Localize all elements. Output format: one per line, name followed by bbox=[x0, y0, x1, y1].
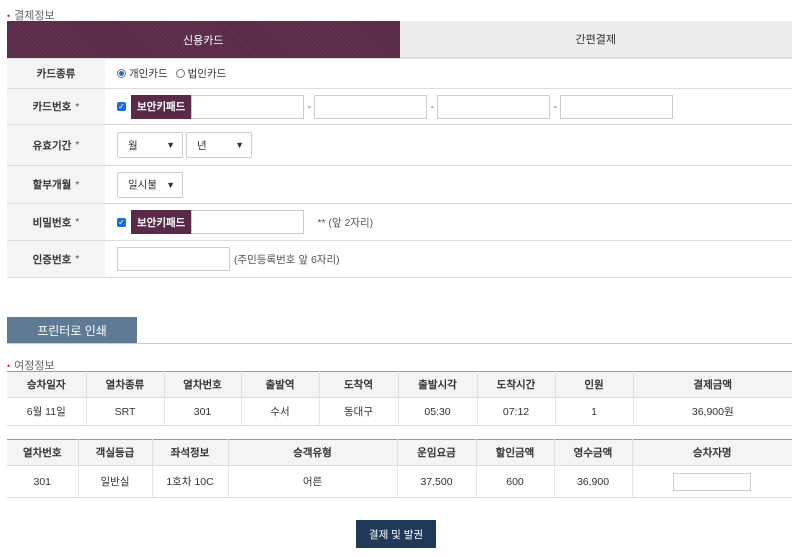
radio-personal-card[interactable]: 개인카드 bbox=[117, 66, 168, 81]
chevron-down-icon: ▼ bbox=[235, 140, 244, 150]
installment-row: 할부개월 * 일시불 ▼ bbox=[7, 166, 792, 204]
table-cell: 36,900 bbox=[554, 465, 633, 498]
table-row: 301 일반실 1호차 10C 어른 37,500 600 36,900 bbox=[7, 465, 792, 498]
payment-form: 카드종류 개인카드 법인카드 카드번호 * ✓ 보안키패드 - - - 유효기간 *… bbox=[7, 58, 792, 278]
card-number-input-3[interactable] bbox=[437, 94, 551, 119]
journey-col-header: 출발시각 bbox=[398, 371, 478, 398]
password-input[interactable] bbox=[191, 210, 305, 234]
secure-keypad-button[interactable]: 보안키패드 bbox=[131, 94, 192, 119]
journey-table: 승차일자 열차종류 열차번호 출발역 도착역 출발시각 도착시간 인원 결제금액… bbox=[7, 371, 792, 426]
table-cell: 6월 11일 bbox=[7, 397, 87, 426]
card-number-input-4[interactable] bbox=[560, 94, 674, 119]
card-number-input-2[interactable] bbox=[314, 94, 428, 119]
auth-number-hint: (주민등록번호 앞 6자리) bbox=[234, 253, 340, 266]
journey-col-header: 열차종류 bbox=[86, 371, 165, 398]
auth-number-input[interactable] bbox=[117, 247, 230, 271]
table-cell: 동대구 bbox=[319, 397, 399, 426]
separator: - bbox=[430, 100, 435, 113]
seat-col-header: 승객유형 bbox=[228, 439, 398, 466]
table-cell: 1 bbox=[555, 397, 634, 426]
table-cell: 수서 bbox=[241, 397, 320, 426]
expiry-month-select[interactable]: 월 ▼ bbox=[117, 132, 183, 158]
expiry-label: 유효기간 * bbox=[7, 125, 105, 165]
password-label: 비밀번호 * bbox=[7, 204, 105, 240]
pay-and-issue-button[interactable]: 결제 및 발권 bbox=[356, 520, 436, 548]
seat-col-header: 객실등급 bbox=[78, 439, 153, 466]
divider bbox=[7, 343, 792, 344]
separator: - bbox=[307, 100, 312, 113]
seat-col-header: 할인금액 bbox=[476, 439, 555, 466]
seat-col-header: 좌석정보 bbox=[152, 439, 229, 466]
table-cell: 일반실 bbox=[78, 465, 153, 498]
passenger-name-input[interactable] bbox=[673, 472, 752, 491]
table-cell: 1호차 10C bbox=[152, 465, 229, 498]
radio-selected-icon bbox=[117, 69, 126, 78]
password-keypad-button[interactable]: 보안키패드 bbox=[131, 210, 192, 234]
journey-col-header: 출발역 bbox=[241, 371, 320, 398]
card-number-input-1[interactable] bbox=[191, 94, 305, 119]
expiry-year-select[interactable]: 년 ▼ bbox=[186, 132, 252, 158]
table-row: 6월 11일 SRT 301 수서 동대구 05:30 07:12 1 36,9… bbox=[7, 397, 792, 426]
journey-col-header: 열차번호 bbox=[164, 371, 242, 398]
tab-credit-card[interactable]: 신용카드 bbox=[7, 21, 400, 58]
payment-tabs: 신용카드 간편결제 bbox=[7, 21, 792, 58]
seat-col-header: 열차번호 bbox=[7, 439, 79, 466]
table-cell: 301 bbox=[7, 465, 79, 498]
tab-simple-pay[interactable]: 간편결제 bbox=[399, 21, 792, 58]
table-cell: 36,900원 bbox=[633, 397, 792, 426]
radio-corporate-card[interactable]: 법인카드 bbox=[175, 66, 226, 81]
chevron-down-icon: ▼ bbox=[166, 140, 175, 150]
seat-col-header: 영수금액 bbox=[554, 439, 633, 466]
journey-col-header: 승차일자 bbox=[7, 371, 87, 398]
passenger-name-cell bbox=[632, 465, 792, 498]
password-keypad-checkbox[interactable]: ✓ bbox=[117, 217, 126, 227]
seat-col-header: 승차자명 bbox=[632, 439, 792, 466]
table-cell: 301 bbox=[164, 397, 242, 426]
card-number-row: 카드번호 * ✓ 보안키패드 - - - bbox=[7, 89, 792, 125]
expiry-row: 유효기간 * 월 ▼ 년 ▼ bbox=[7, 125, 792, 166]
table-cell: 05:30 bbox=[398, 397, 478, 426]
table-cell: 07:12 bbox=[477, 397, 556, 426]
table-cell: 37,500 bbox=[397, 465, 477, 498]
table-cell: 600 bbox=[476, 465, 555, 498]
seat-table: 열차번호 객실등급 좌석정보 승객유형 운임요금 할인금액 영수금액 승차자명 … bbox=[7, 439, 792, 498]
chevron-down-icon: ▼ bbox=[166, 179, 175, 190]
bullet-icon: • bbox=[7, 11, 11, 21]
print-button[interactable]: 프린터로 인쇄 bbox=[7, 317, 137, 343]
card-type-row: 카드종류 개인카드 법인카드 bbox=[7, 59, 792, 89]
journey-col-header: 도착시간 bbox=[477, 371, 556, 398]
seat-header-row: 열차번호 객실등급 좌석정보 승객유형 운임요금 할인금액 영수금액 승차자명 bbox=[7, 439, 792, 466]
bullet-icon: • bbox=[7, 361, 11, 371]
seat-col-header: 운임요금 bbox=[397, 439, 477, 466]
auth-number-label: 인증번호 * bbox=[7, 241, 105, 277]
table-cell: SRT bbox=[86, 397, 165, 426]
journey-col-header: 인원 bbox=[555, 371, 634, 398]
card-type-label: 카드종류 bbox=[7, 59, 105, 88]
auth-number-row: 인증번호 * (주민등록번호 앞 6자리) bbox=[7, 241, 792, 278]
password-row: 비밀번호 * ✓ 보안키패드 ** (앞 2자리) bbox=[7, 204, 792, 241]
installment-select[interactable]: 일시불 ▼ bbox=[117, 171, 183, 198]
journey-col-header: 결제금액 bbox=[633, 371, 792, 398]
journey-col-header: 도착역 bbox=[319, 371, 399, 398]
radio-unselected-icon bbox=[175, 69, 185, 78]
installment-label: 할부개월 * bbox=[7, 166, 105, 203]
journey-header-row: 승차일자 열차종류 열차번호 출발역 도착역 출발시각 도착시간 인원 결제금액 bbox=[7, 371, 792, 398]
secure-keypad-checkbox[interactable]: ✓ bbox=[117, 102, 126, 111]
password-hint: ** (앞 2자리) bbox=[317, 216, 374, 229]
table-cell: 어른 bbox=[228, 465, 398, 498]
card-number-label: 카드번호 * bbox=[7, 89, 105, 124]
separator: - bbox=[553, 100, 558, 113]
